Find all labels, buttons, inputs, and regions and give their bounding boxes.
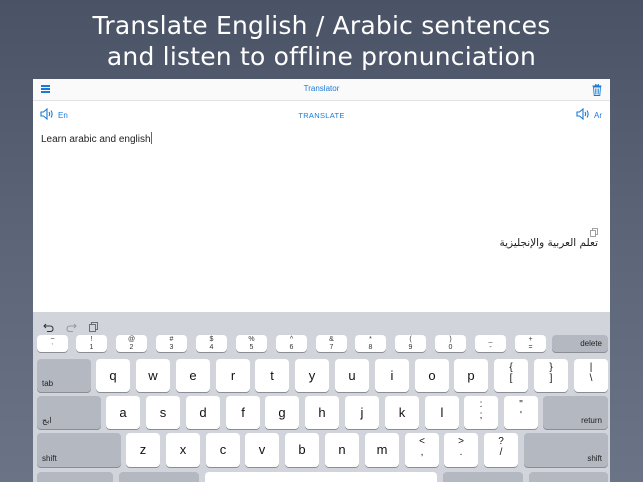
shift-key-right[interactable]: shift	[524, 433, 608, 467]
key-equals[interactable]: + =	[515, 335, 546, 352]
text-caret	[150, 132, 152, 144]
speaker-icon[interactable]	[576, 107, 590, 122]
trash-icon[interactable]	[592, 83, 602, 96]
key-u[interactable]: u	[335, 359, 369, 392]
target-language-label: Ar	[594, 110, 602, 120]
key-q[interactable]: q	[96, 359, 130, 392]
key-6[interactable]: ^ 6	[276, 335, 307, 352]
key-3[interactable]: #3	[156, 335, 187, 352]
key-m[interactable]: m	[365, 433, 399, 467]
tab-key[interactable]: tab	[37, 359, 91, 392]
key-backtick[interactable]: ~ `	[37, 335, 68, 352]
key-z[interactable]: z	[126, 433, 160, 467]
key-v[interactable]: v	[245, 433, 279, 467]
key-0[interactable]: ) 0	[435, 335, 466, 352]
translate-button[interactable]: TRANSLATE	[298, 111, 344, 120]
navbar: Translator	[33, 79, 610, 101]
key-7[interactable]: & 7	[316, 335, 347, 352]
target-language[interactable]: Ar	[576, 107, 602, 122]
copy-icon[interactable]	[590, 224, 598, 237]
page-title: Translator	[303, 84, 340, 93]
key-backslash[interactable]: | \	[574, 359, 608, 392]
delete-key[interactable]: delete	[552, 335, 608, 352]
source-text-input[interactable]: Learn arabic and english	[41, 132, 152, 145]
shift-key-left[interactable]: shift	[37, 433, 121, 467]
keyboard: ~ ` ! 1 @2 #3 $4 % 5 ^ 6 & 7 * 8 (9 ) 0 _ - + = d…	[33, 312, 610, 482]
key-5[interactable]: % 5	[236, 335, 267, 352]
translate-button-wrap: TRANSLATE	[33, 111, 610, 120]
translated-text-output: تعلم العربية والإنجليزية	[499, 237, 599, 249]
redo-icon[interactable]	[66, 319, 77, 337]
key-9[interactable]: (9	[395, 335, 426, 352]
key-period[interactable]: >.	[444, 433, 478, 467]
key-p[interactable]: p	[454, 359, 488, 392]
key-r[interactable]: r	[216, 359, 250, 392]
key-quote[interactable]: " '	[504, 396, 538, 429]
language-bar: En TRANSLATE Ar	[33, 107, 610, 124]
key-1[interactable]: ! 1	[76, 335, 107, 352]
key-bracket-left[interactable]: {[	[494, 359, 528, 392]
key-minus[interactable]: _ -	[475, 335, 506, 352]
key-w[interactable]: w	[136, 359, 170, 392]
key-4[interactable]: $4	[196, 335, 227, 352]
promo-headline-line2: and listen to offline pronunciation	[106, 42, 537, 71]
key-c[interactable]: c	[206, 433, 240, 467]
key-y[interactable]: y	[295, 359, 329, 392]
key-2[interactable]: @2	[116, 335, 147, 352]
bottom-row-key-right-2[interactable]	[529, 472, 608, 482]
key-d[interactable]: d	[186, 396, 220, 429]
key-n[interactable]: n	[325, 433, 359, 467]
key-h[interactable]: h	[305, 396, 339, 429]
key-x[interactable]: x	[166, 433, 200, 467]
space-bar[interactable]	[205, 472, 437, 482]
key-s[interactable]: s	[146, 396, 180, 429]
key-o[interactable]: o	[415, 359, 449, 392]
key-comma[interactable]: <,	[405, 433, 439, 467]
app-window: Translator En TRANSLATE Ar Learn arabic …	[33, 79, 610, 482]
key-t[interactable]: t	[255, 359, 289, 392]
key-k[interactable]: k	[385, 396, 419, 429]
key-g[interactable]: g	[265, 396, 299, 429]
key-e[interactable]: e	[176, 359, 210, 392]
key-b[interactable]: b	[285, 433, 319, 467]
key-f[interactable]: f	[226, 396, 260, 429]
key-semicolon[interactable]: :;	[464, 396, 498, 429]
bottom-row-key-right[interactable]	[443, 472, 523, 482]
bottom-row-key-left-2[interactable]	[119, 472, 199, 482]
language-switch-key[interactable]: ابج	[37, 396, 101, 429]
key-bracket-right[interactable]: }]	[534, 359, 568, 392]
key-8[interactable]: * 8	[355, 335, 386, 352]
promo-headline: Translate English / Arabic sentences and…	[0, 10, 643, 72]
key-l[interactable]: l	[425, 396, 459, 429]
source-text-value: Learn arabic and english	[41, 134, 151, 145]
key-a[interactable]: a	[106, 396, 140, 429]
key-slash[interactable]: ? /	[484, 433, 518, 467]
return-key[interactable]: return	[543, 396, 608, 429]
key-i[interactable]: i	[375, 359, 409, 392]
promo-headline-line1: Translate English / Arabic sentences	[92, 11, 551, 40]
bottom-row-key-left[interactable]	[37, 472, 113, 482]
key-j[interactable]: j	[345, 396, 379, 429]
